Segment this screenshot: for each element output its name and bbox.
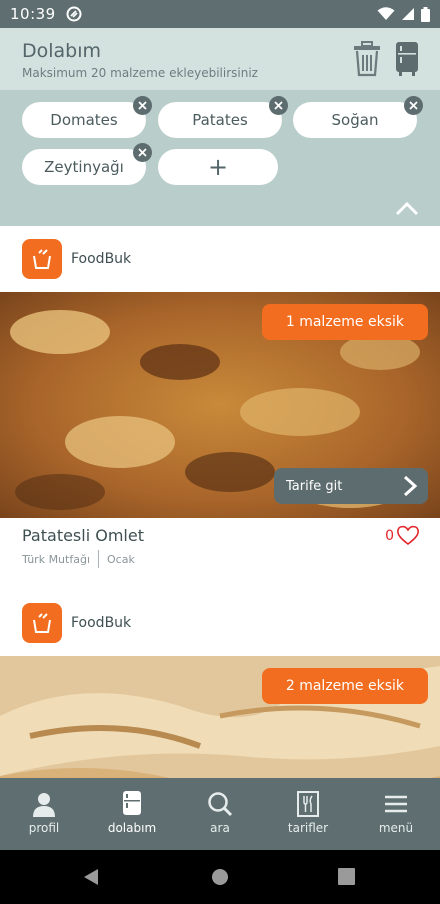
heart-icon[interactable] [396, 524, 420, 546]
ingredient-label: Soğan [331, 111, 379, 129]
remove-ingredient-icon[interactable] [133, 96, 152, 115]
foodbuk-logo [22, 603, 62, 643]
signal-icon [402, 8, 414, 20]
recents-icon[interactable] [338, 868, 355, 885]
missing-ingredients-badge: 2 malzeme eksik [261, 668, 428, 704]
go-to-recipe-label: Tarife git [286, 478, 343, 494]
foodbuk-logo [22, 239, 62, 279]
ingredient-chips: Domates Patates Soğan Zeytinyağı + [0, 90, 440, 226]
remove-ingredient-icon[interactable] [133, 143, 152, 162]
missing-ingredients-badge: 1 malzeme eksik [261, 304, 428, 340]
page-title: Dolabım [22, 40, 102, 62]
recipe-feed: FoodBuk 1 malzeme eksik Tarife git Patat… [0, 226, 440, 778]
nav-item-dolabim[interactable]: dolabım [88, 778, 176, 850]
recipe-info: Patatesli Omlet Türk Mutfağı Ocak 0 [0, 518, 440, 590]
page-subtitle: Maksimum 20 malzeme ekleyebilirsiniz [22, 66, 258, 80]
system-navigation-bar [0, 850, 440, 904]
nav-item-ara[interactable]: ara [176, 778, 264, 850]
nav-label: menü [378, 821, 414, 835]
search-icon [208, 792, 233, 817]
ingredient-label: Patates [192, 111, 248, 129]
nav-label: profil [28, 821, 60, 835]
like-count: 0 [385, 528, 394, 544]
bottom-navigation: profil dolabım ara tarifler menü [0, 778, 440, 850]
remove-ingredient-icon[interactable] [404, 96, 423, 115]
recipe-course: Ocak [107, 552, 135, 566]
brand-name: FoodBuk [71, 251, 132, 267]
recipe-image[interactable]: 2 malzeme eksik [0, 656, 440, 778]
nav-item-profil[interactable]: profil [0, 778, 88, 850]
recipe-card: FoodBuk 1 malzeme eksik Tarife git Patat… [0, 226, 440, 590]
go-to-recipe-button[interactable]: Tarife git [274, 468, 428, 504]
ingredient-chip[interactable]: Patates [158, 96, 288, 138]
card-header: FoodBuk [0, 226, 440, 292]
back-icon[interactable] [82, 868, 100, 886]
nav-label: dolabım [107, 821, 157, 835]
recipe-title[interactable]: Patatesli Omlet [22, 526, 144, 545]
recipe-book-icon [297, 791, 319, 817]
brand-name: FoodBuk [71, 615, 132, 631]
card-header: FoodBuk [0, 590, 440, 656]
app-notification-icon [66, 6, 82, 22]
ingredient-label: Zeytinyağı [44, 158, 124, 176]
ingredient-label: Domates [50, 111, 118, 129]
nav-label: tarifler [287, 821, 329, 835]
recipe-cuisine: Türk Mutfağı [22, 552, 90, 566]
nav-item-menu[interactable]: menü [352, 778, 440, 850]
nav-label: ara [210, 821, 230, 835]
status-time: 10:39 [10, 5, 56, 23]
fridge-icon [123, 791, 141, 815]
ingredient-chip[interactable]: Zeytinyağı [22, 143, 152, 185]
recipe-meta: Türk Mutfağı Ocak [22, 550, 135, 568]
wifi-icon [377, 7, 395, 20]
menu-icon [385, 795, 407, 813]
recipe-card: FoodBuk 2 malzeme eksik [0, 590, 440, 778]
trash-icon[interactable] [352, 40, 382, 78]
ingredient-chip[interactable]: Domates [22, 96, 152, 138]
remove-ingredient-icon[interactable] [269, 96, 288, 115]
status-bar: 10:39 [0, 0, 440, 28]
meta-divider [98, 550, 99, 568]
fridge-header: Dolabım Maksimum 20 malzeme ekleyebilirs… [0, 28, 440, 90]
nav-item-tarifler[interactable]: tarifler [264, 778, 352, 850]
home-icon[interactable] [211, 868, 229, 886]
chevron-right-icon [403, 475, 418, 497]
ingredient-chip[interactable]: Soğan [293, 96, 423, 138]
battery-icon [421, 6, 430, 22]
recipe-image[interactable]: 1 malzeme eksik Tarife git [0, 292, 440, 518]
chevron-up-icon[interactable] [394, 198, 420, 218]
person-icon [33, 793, 55, 817]
add-ingredient-button[interactable]: + [158, 149, 278, 185]
fridge-icon[interactable] [394, 40, 420, 78]
